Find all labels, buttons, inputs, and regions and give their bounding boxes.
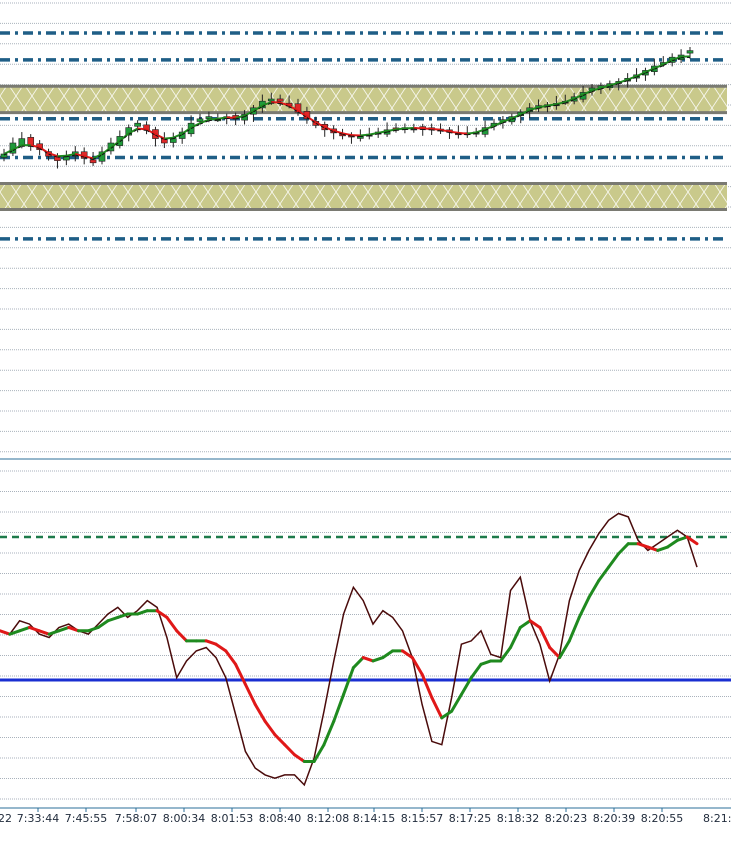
osc-signal-segment [226,651,236,664]
zone-band [0,86,727,112]
x-tick-label: 8:17:25 [449,812,491,825]
x-tick-label: 8:20:55 [641,812,683,825]
osc-signal-segment [20,627,30,630]
candle [10,137,16,156]
osc-signal-segment [39,631,49,634]
osc-signal-segment [216,644,226,651]
candle-body [90,160,96,163]
osc-signal-segment [324,721,334,744]
osc-signal-segment [137,611,147,614]
osc-signal-segment [275,735,285,745]
osc-signal-segment [520,621,530,628]
osc-signal-segment [618,544,628,554]
osc-signal-segment [481,661,491,664]
candle [63,151,69,166]
osc-signal-segment [510,627,520,647]
osc-signal-segment [550,648,560,658]
osc-signal-segment [658,547,668,550]
chart-canvas: 7:33:44 7:45:55 7:58:07 8:00:34 8:01:53 8:08:… [0,0,731,838]
osc-signal-segment [422,674,432,697]
osc-signal-segment [255,705,265,722]
osc-signal-segment [609,554,619,567]
candle-body [135,123,141,126]
osc-signal-segment [589,581,599,598]
osc-signal-segment [245,684,255,704]
candle [144,121,150,134]
candle [28,134,34,151]
osc-signal-segment [432,698,442,718]
x-tick-label-partial-right: 8:21:49 [703,812,731,825]
x-tick-label: 8:14:15 [353,812,395,825]
candle-body [268,99,274,101]
osc-signal-segment [668,540,678,547]
oscillator [0,514,731,785]
osc-signal-segment [59,627,69,630]
osc-signal-segment [383,651,393,658]
candle-body [687,51,693,54]
osc-signal-segment [540,627,550,647]
osc-signal-segment [569,617,579,640]
x-tick-label: 8:20:39 [593,812,635,825]
candle-body [277,99,283,101]
osc-signal-segment [177,631,187,641]
candle [464,126,470,138]
candle [384,122,390,137]
osc-signal-segment [363,658,373,661]
osc-signal-segment [88,627,98,630]
osc-signal-segment [29,627,39,630]
osc-signal-segment [108,617,118,620]
candle-body [197,119,203,122]
x-tick-label: 8:20:23 [545,812,587,825]
osc-fast-line [0,514,697,785]
osc-signal-segment [285,745,295,755]
x-tick-label: 8:08:40 [259,812,301,825]
candle [170,133,176,148]
candle [1,149,7,161]
osc-signal-segment [206,641,216,644]
x-tick-label: 8:01:53 [211,812,253,825]
osc-signal-segment [167,617,177,630]
ma-segment [40,147,49,153]
x-tick-label-partial-left: 22 [0,812,12,825]
x-axis: 7:33:44 7:45:55 7:58:07 8:00:34 8:01:53 8:08:… [17,808,683,825]
x-tick-label: 7:45:55 [65,812,107,825]
x-tick-label: 8:18:32 [497,812,539,825]
candle-body [206,117,212,119]
osc-signal-segment [638,544,648,547]
x-tick-label: 8:15:57 [401,812,443,825]
chart-area: 7:33:44 7:45:55 7:58:07 8:00:34 8:01:53 8:08:… [0,0,731,838]
osc-signal-segment [373,658,383,661]
x-tick-label: 8:00:34 [163,812,205,825]
zone-band [0,183,727,209]
osc-signal-segment [69,627,79,630]
osc-signal-segment [49,631,59,634]
x-tick-label: 7:58:07 [115,812,157,825]
x-tick-label: 8:12:08 [307,812,349,825]
osc-signal-segment [0,631,10,634]
x-tick-label: 7:33:44 [17,812,59,825]
osc-signal-segment [265,721,275,734]
osc-signal-segment [353,658,363,668]
candle-body [28,137,34,145]
